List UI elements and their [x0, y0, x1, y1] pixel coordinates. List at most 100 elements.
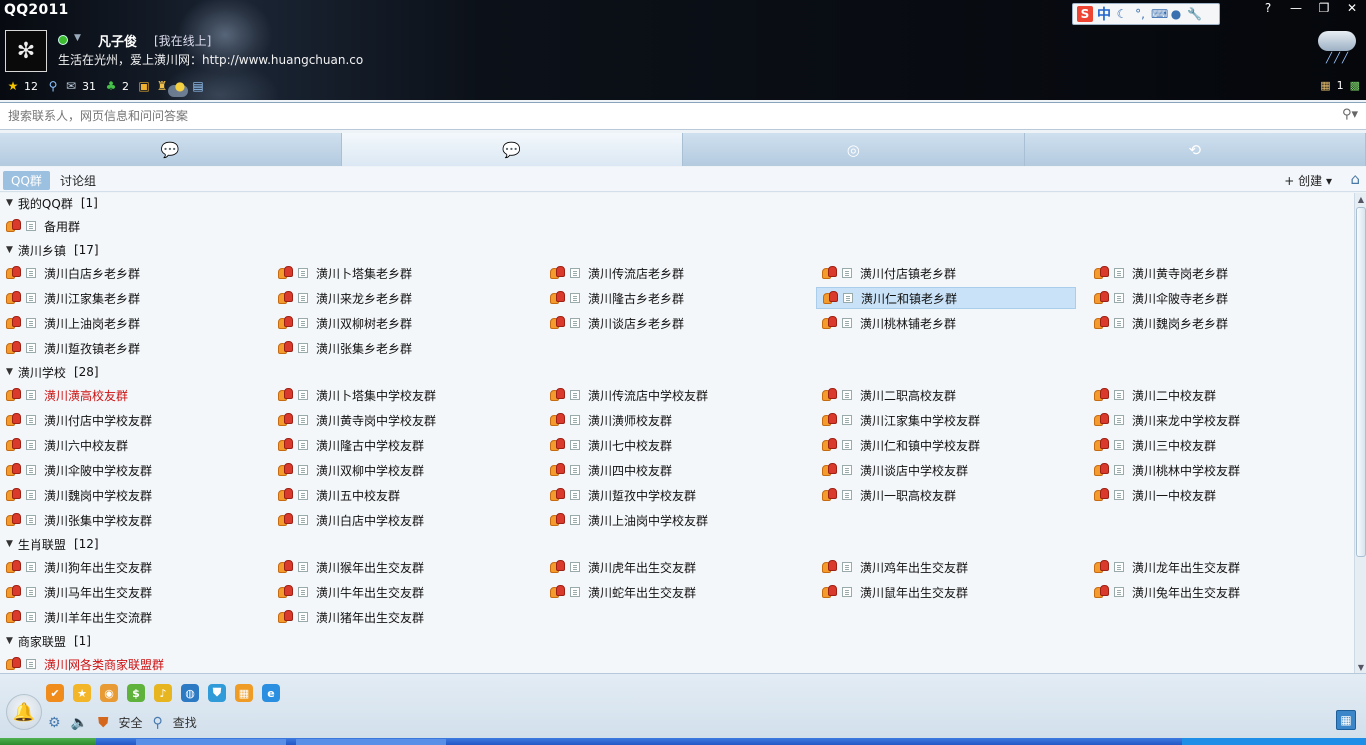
group-list-item[interactable]: 潢川江家集老乡群	[0, 287, 260, 309]
group-list-item[interactable]: 潢川上油岗中学校友群	[544, 509, 804, 531]
group-list-item[interactable]: 潢川黄寺岗中学校友群	[272, 409, 532, 431]
sogou-logo-icon[interactable]: S	[1077, 6, 1093, 22]
message-setting-icon[interactable]	[570, 515, 580, 525]
find-icon[interactable]: ⚲	[153, 715, 163, 731]
scroll-down-icon[interactable]: ▼	[1355, 661, 1366, 673]
message-setting-icon[interactable]	[842, 318, 852, 328]
app-box-icon[interactable]: ▦	[1336, 710, 1356, 730]
group-category-header[interactable]: ▼ 我的QQ群 [1]	[6, 193, 98, 213]
message-setting-icon[interactable]	[570, 390, 580, 400]
punctuation-icon[interactable]: °,	[1133, 7, 1147, 21]
group-list-item[interactable]: 潢川来龙中学校友群	[1088, 409, 1348, 431]
help-icon[interactable]: ?	[1260, 1, 1276, 15]
group-list-item[interactable]: 潢川仁和镇老乡群	[816, 287, 1076, 309]
signature[interactable]: 生活在光州，爱上潢川网：http://www.huangchuan.co	[58, 51, 363, 68]
mailbox-icon[interactable]: ▦	[1320, 79, 1330, 92]
group-list-item[interactable]: 潢川上油岗老乡群	[0, 312, 260, 334]
message-setting-icon[interactable]	[298, 318, 308, 328]
message-setting-icon[interactable]	[26, 515, 36, 525]
group-list-item[interactable]: 潢川二职高校友群	[816, 384, 1076, 406]
message-setting-icon[interactable]	[1114, 293, 1124, 303]
group-list-item[interactable]: 潢川张集中学校友群	[0, 509, 260, 531]
message-setting-icon[interactable]	[26, 465, 36, 475]
message-setting-icon[interactable]	[842, 440, 852, 450]
message-setting-icon[interactable]	[298, 465, 308, 475]
group-list-item[interactable]: 潢川龙年出生交友群	[1088, 556, 1348, 578]
system-tray[interactable]	[1182, 738, 1366, 745]
message-setting-icon[interactable]	[26, 612, 36, 622]
expand-arrow-icon[interactable]: ▼	[6, 539, 13, 549]
message-setting-icon[interactable]	[570, 490, 580, 500]
shield-app-icon[interactable]: ⛊	[208, 684, 226, 702]
message-setting-icon[interactable]	[298, 293, 308, 303]
message-setting-icon[interactable]	[298, 515, 308, 525]
message-setting-icon[interactable]	[842, 465, 852, 475]
qzone-icon[interactable]: ★	[73, 684, 91, 702]
group-list-item[interactable]: 潢川桃林铺老乡群	[816, 312, 1076, 334]
status-dropdown-icon[interactable]: ▼	[74, 33, 81, 43]
message-setting-icon[interactable]	[26, 490, 36, 500]
search-zone-icon[interactable]: ⚲	[46, 79, 60, 93]
coin-icon[interactable]: ●	[173, 79, 187, 93]
message-setting-icon[interactable]	[570, 440, 580, 450]
group-list-item[interactable]: 潢川伞陂中学校友群	[0, 459, 260, 481]
group-list-item[interactable]: 潢川隆古乡老乡群	[544, 287, 804, 309]
group-list-item[interactable]: 潢川一职高校友群	[816, 484, 1076, 506]
expand-arrow-icon[interactable]: ▼	[6, 636, 13, 646]
message-setting-icon[interactable]	[1114, 465, 1124, 475]
message-setting-icon[interactable]	[1114, 440, 1124, 450]
group-list-item[interactable]: 潢川双柳中学校友群	[272, 459, 532, 481]
group-list-item[interactable]: 潢川付店中学校友群	[0, 409, 260, 431]
group-category-header[interactable]: ▼ 潢川乡镇 [17]	[6, 240, 99, 260]
group-category-header[interactable]: ▼ 潢川学校 [28]	[6, 362, 99, 382]
message-setting-icon[interactable]	[26, 221, 36, 231]
group-list-item[interactable]: 潢川白店乡老乡群	[0, 262, 260, 284]
group-list-item[interactable]: 潢川魏岗中学校友群	[0, 484, 260, 506]
group-list-item[interactable]: 潢川鸡年出生交友群	[816, 556, 1076, 578]
group-list-item[interactable]: 潢川潢高校友群	[0, 384, 260, 406]
expand-arrow-icon[interactable]: ▼	[6, 245, 13, 255]
message-setting-icon[interactable]	[1114, 318, 1124, 328]
group-list-item[interactable]: 潢川羊年出生交流群	[0, 606, 260, 628]
tab-weibo[interactable]: ◎	[683, 133, 1025, 166]
group-list-item[interactable]: 潢川二中校友群	[1088, 384, 1348, 406]
ime-mode[interactable]: 中	[1097, 4, 1111, 24]
group-list-item[interactable]: 潢川传流店老乡群	[544, 262, 804, 284]
message-setting-icon[interactable]	[570, 415, 580, 425]
group-list-item[interactable]: 潢川踅孜镇老乡群	[0, 337, 260, 359]
message-setting-icon[interactable]	[842, 490, 852, 500]
search-icon[interactable]: ⚲▾	[1342, 107, 1358, 122]
notification-bell-icon[interactable]: 🔔	[6, 694, 42, 730]
user-icon[interactable]: ●	[1169, 7, 1183, 21]
keyboard-icon[interactable]: ⌨	[1151, 7, 1168, 21]
message-setting-icon[interactable]	[1114, 587, 1124, 597]
expand-arrow-icon[interactable]: ▼	[6, 367, 13, 377]
status-text[interactable]: [我在线上]	[154, 32, 211, 49]
group-list-item[interactable]: 潢川牛年出生交友群	[272, 581, 532, 603]
message-setting-icon[interactable]	[26, 562, 36, 572]
maximize-icon[interactable]: ❐	[1316, 1, 1332, 15]
tab-contacts[interactable]: 💬	[0, 133, 342, 166]
message-setting-icon[interactable]	[1114, 562, 1124, 572]
scrollbar[interactable]: ▲ ▼	[1354, 193, 1366, 673]
message-setting-icon[interactable]	[26, 390, 36, 400]
star-icon[interactable]: ★	[6, 79, 20, 93]
message-setting-icon[interactable]	[842, 562, 852, 572]
find-label[interactable]: 查找	[173, 714, 197, 731]
wrench-icon[interactable]: 🔧	[1187, 7, 1202, 21]
weather-icon[interactable]: ╱╱╱	[1314, 25, 1358, 69]
subtab-discussion[interactable]: 讨论组	[60, 172, 96, 189]
scroll-thumb[interactable]	[1356, 207, 1366, 557]
message-setting-icon[interactable]	[570, 268, 580, 278]
music-icon[interactable]: ♪	[154, 684, 172, 702]
group-list-item[interactable]: 潢川狗年出生交友群	[0, 556, 260, 578]
bag-icon[interactable]: ♜	[155, 79, 169, 93]
message-setting-icon[interactable]	[26, 659, 36, 669]
group-list-item[interactable]: 潢川张集乡老乡群	[272, 337, 532, 359]
tab-groups[interactable]: 💬	[341, 133, 683, 166]
group-list-item[interactable]: 潢川来龙乡老乡群	[272, 287, 532, 309]
security-label[interactable]: 安全	[119, 714, 143, 731]
message-setting-icon[interactable]	[298, 440, 308, 450]
message-setting-icon[interactable]	[298, 390, 308, 400]
group-list-item[interactable]: 潢川七中校友群	[544, 434, 804, 456]
